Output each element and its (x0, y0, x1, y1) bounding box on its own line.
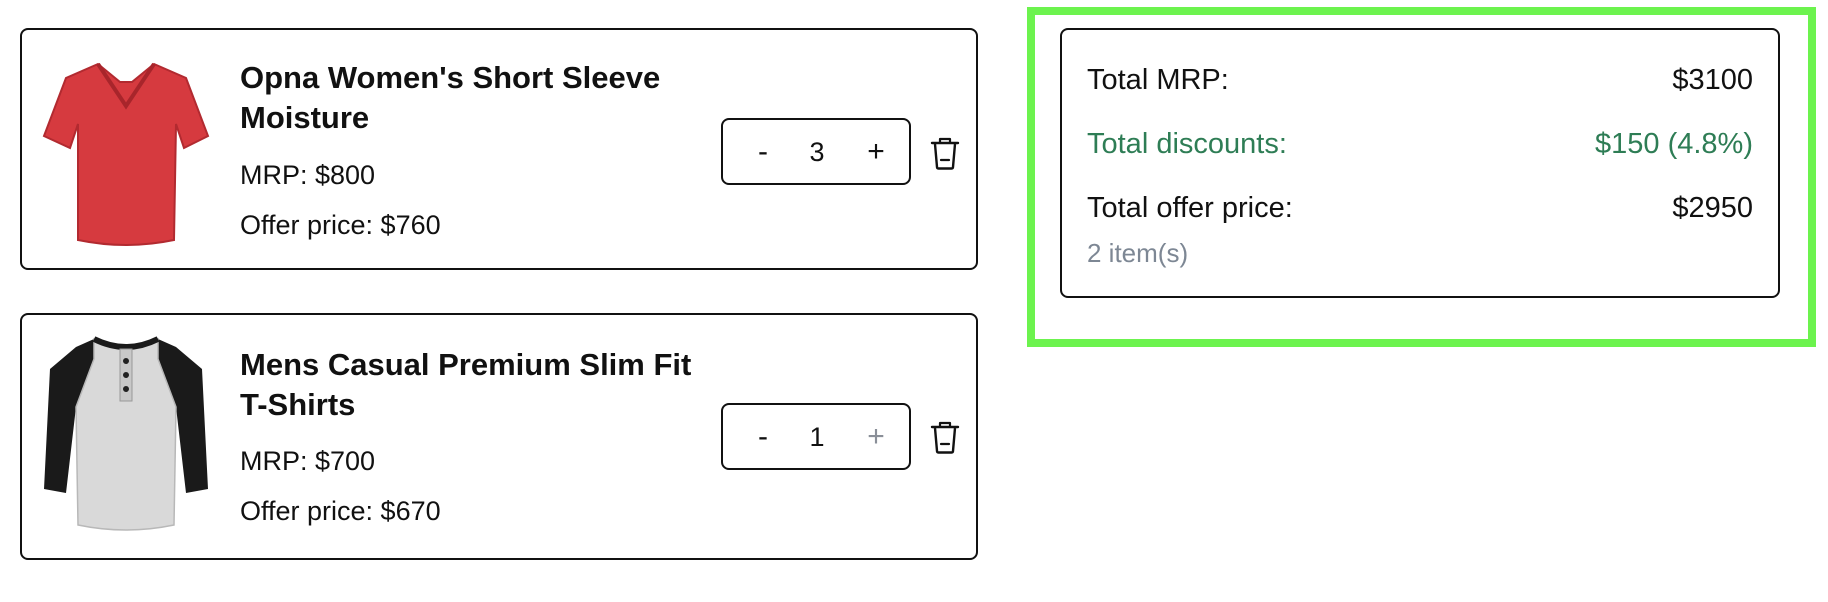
order-summary-panel: Total MRP: $3100 Total discounts: $150 (… (1060, 28, 1780, 298)
total-offer-label: Total offer price: (1087, 192, 1293, 224)
product-mrp: MRP: $700 (240, 446, 376, 476)
product-mrp: MRP: $800 (240, 160, 376, 190)
total-mrp-label: Total MRP: (1087, 64, 1229, 96)
trash-icon[interactable] (930, 136, 960, 170)
increase-quantity-button[interactable]: + (856, 417, 896, 457)
trash-icon[interactable] (930, 420, 960, 454)
product-offer-price: Offer price: $670 (240, 496, 441, 526)
total-offer-value: $2950 (1672, 192, 1753, 224)
product-offer-price: Offer price: $760 (240, 210, 441, 240)
total-discounts-label: Total discounts: (1087, 128, 1287, 160)
quantity-value: 1 (809, 422, 825, 452)
product-image-henley-tshirt[interactable] (36, 329, 216, 539)
total-mrp-row: Total MRP: $3100 (1087, 60, 1753, 100)
quantity-stepper: - 1 + (721, 403, 911, 470)
total-offer-row: Total offer price: $2950 (1087, 188, 1753, 228)
increase-quantity-button[interactable]: + (856, 132, 896, 172)
total-mrp-value: $3100 (1672, 64, 1753, 96)
product-title[interactable]: Opna Women's Short Sleeve Moisture (240, 58, 710, 138)
cart-item-card: Opna Women's Short Sleeve Moisture MRP: … (20, 28, 978, 270)
quantity-stepper: - 3 + (721, 118, 911, 185)
henley-raglan-tshirt-image (44, 336, 208, 531)
red-v-neck-tshirt-image (42, 62, 210, 246)
items-count: 2 item(s) (1087, 238, 1189, 268)
total-discounts-value: $150 (4.8%) (1595, 128, 1753, 160)
decrease-quantity-button[interactable]: - (743, 417, 783, 457)
decrease-quantity-button[interactable]: - (743, 132, 783, 172)
product-image-red-tshirt[interactable] (36, 44, 216, 254)
product-title[interactable]: Mens Casual Premium Slim Fit T-Shirts (240, 345, 710, 425)
cart-item-card: Mens Casual Premium Slim Fit T-Shirts MR… (20, 313, 978, 560)
total-discounts-row: Total discounts: $150 (4.8%) (1087, 124, 1753, 164)
quantity-value: 3 (809, 137, 825, 167)
